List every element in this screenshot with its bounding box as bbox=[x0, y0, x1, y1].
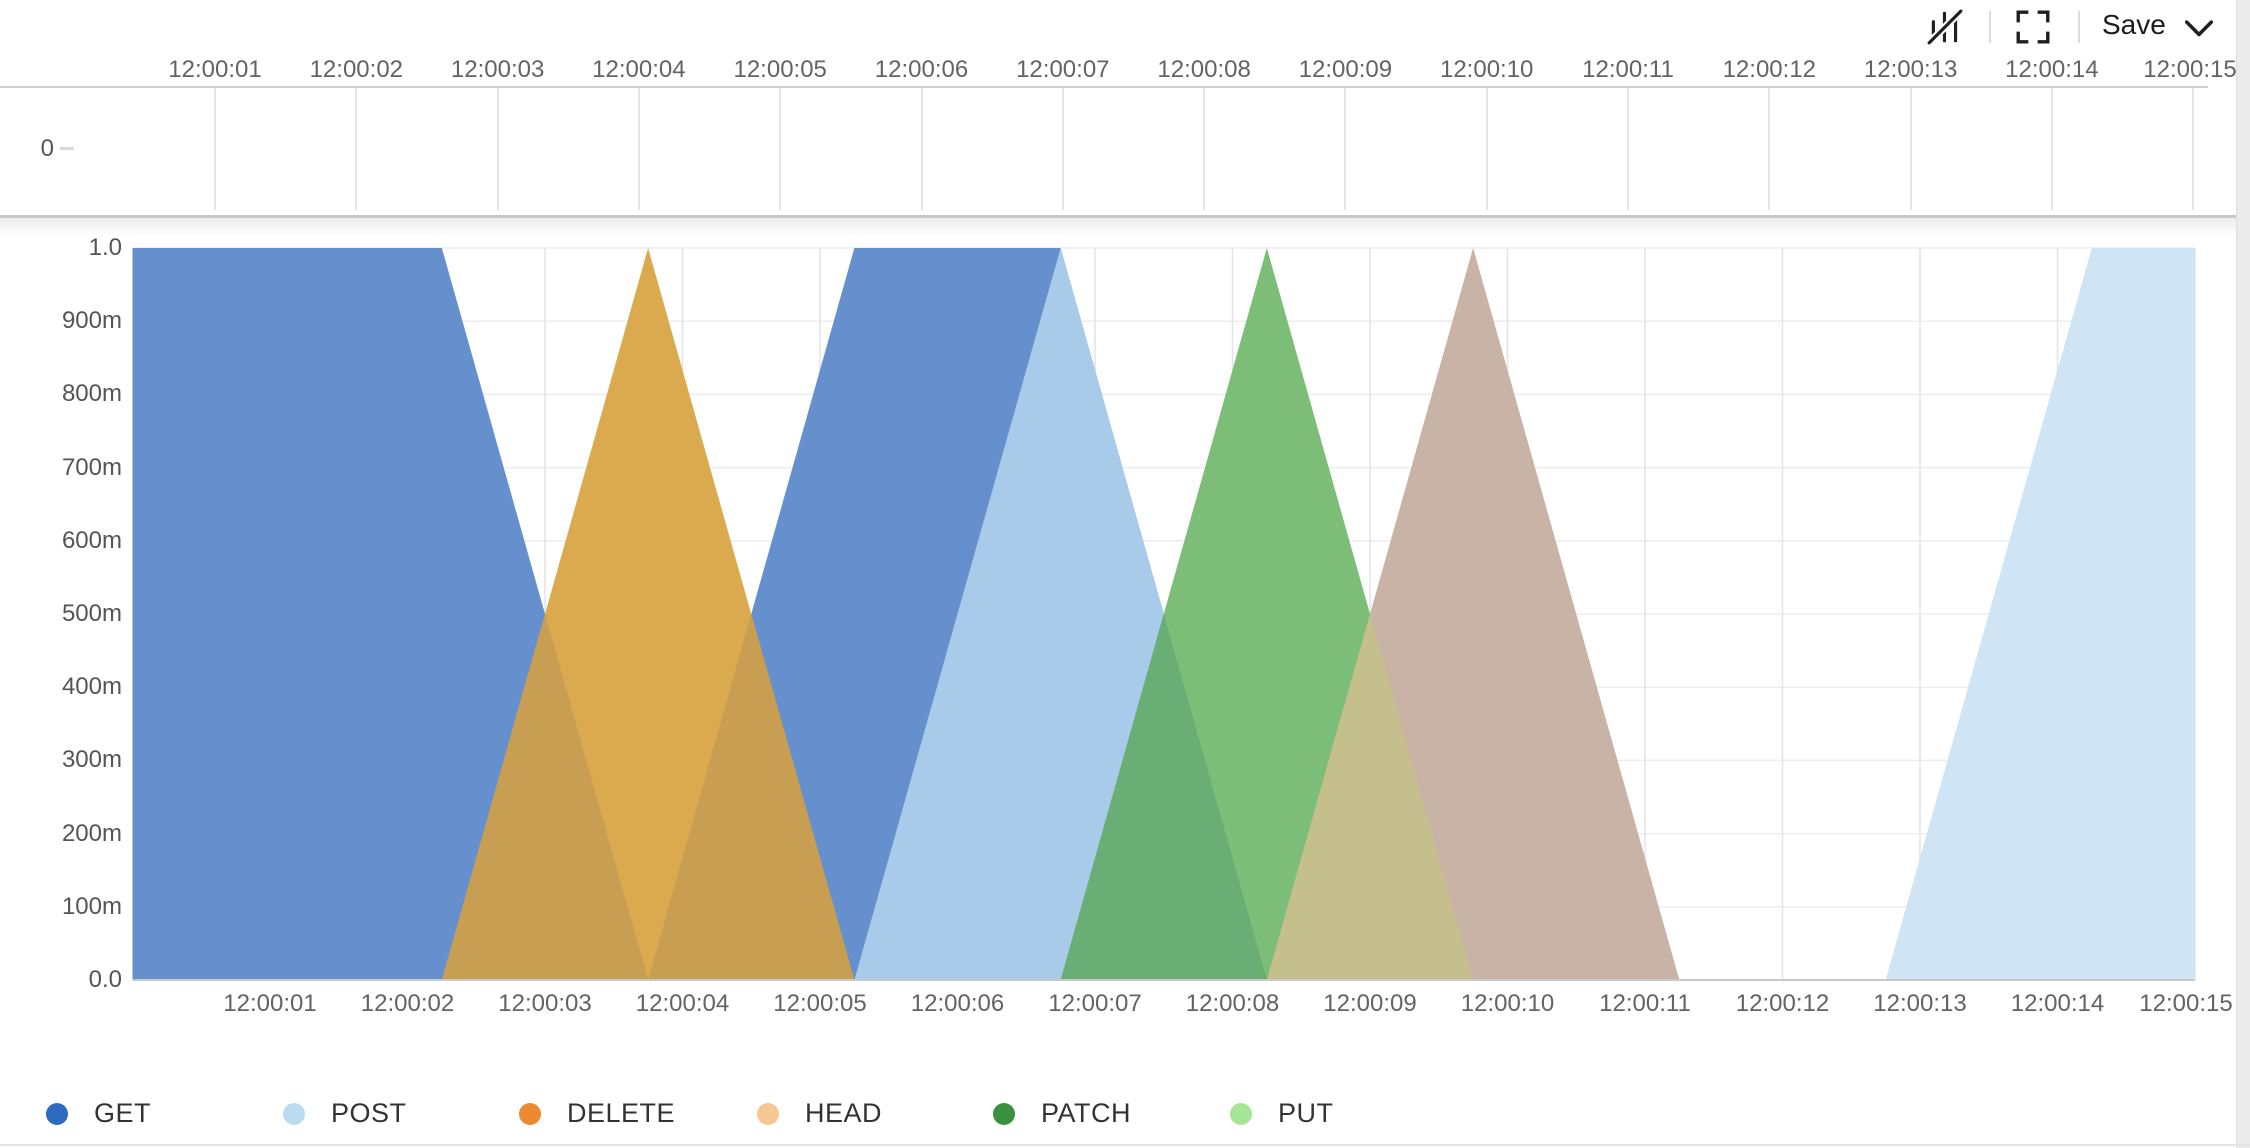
x-axis-tick-label: 12:00:08 bbox=[1186, 990, 1279, 1018]
legend-label: DELETE bbox=[567, 1098, 675, 1129]
y-axis-tick-label: 500m bbox=[30, 600, 122, 628]
y-axis-tick-label: 700m bbox=[30, 454, 122, 482]
legend-color-dot bbox=[283, 1103, 305, 1125]
area-chart-plot[interactable] bbox=[0, 0, 2250, 1148]
y-axis-tick-label: 200m bbox=[30, 820, 122, 848]
chart-panel: Save 12:00:0112:00:0212:00:0312:00:0412:… bbox=[0, 0, 2250, 1148]
bottom-border bbox=[0, 1144, 2250, 1146]
legend-item-put[interactable]: PUT bbox=[1230, 1098, 1334, 1129]
legend-item-patch[interactable]: PATCH bbox=[993, 1098, 1131, 1129]
legend-color-dot bbox=[1230, 1103, 1252, 1125]
x-axis-tick-label: 12:00:13 bbox=[1873, 990, 1966, 1018]
x-axis-tick-label: 12:00:04 bbox=[636, 990, 729, 1018]
x-axis-tick-label: 12:00:12 bbox=[1736, 990, 1829, 1018]
y-axis-tick-label: 800m bbox=[30, 380, 122, 408]
x-axis-tick-label: 12:00:02 bbox=[361, 990, 454, 1018]
y-axis-tick-label: 600m bbox=[30, 527, 122, 555]
x-axis-tick-label: 12:00:06 bbox=[911, 990, 1004, 1018]
x-axis-tick-label: 12:00:09 bbox=[1323, 990, 1416, 1018]
legend-color-dot bbox=[519, 1103, 541, 1125]
x-axis-tick-label: 12:00:03 bbox=[498, 990, 591, 1018]
legend-color-dot bbox=[757, 1103, 779, 1125]
legend-label: PATCH bbox=[1041, 1098, 1131, 1129]
legend-item-post[interactable]: POST bbox=[283, 1098, 407, 1129]
x-axis-tick-label: 12:00:10 bbox=[1461, 990, 1554, 1018]
legend-label: PUT bbox=[1278, 1098, 1334, 1129]
legend-color-dot bbox=[46, 1103, 68, 1125]
legend-color-dot bbox=[993, 1103, 1015, 1125]
legend-item-head[interactable]: HEAD bbox=[757, 1098, 882, 1129]
y-axis-tick-label: 0.0 bbox=[30, 966, 122, 994]
x-axis-tick-label: 12:00:01 bbox=[223, 990, 316, 1018]
x-axis-tick-label: 12:00:15 bbox=[2139, 990, 2232, 1018]
y-axis-tick-label: 300m bbox=[30, 746, 122, 774]
legend-item-delete[interactable]: DELETE bbox=[519, 1098, 675, 1129]
legend-label: HEAD bbox=[805, 1098, 882, 1129]
x-axis-tick-label: 12:00:07 bbox=[1048, 990, 1141, 1018]
x-axis-tick-label: 12:00:11 bbox=[1599, 990, 1691, 1018]
y-axis-tick-label: 400m bbox=[30, 673, 122, 701]
y-axis-tick-label: 900m bbox=[30, 307, 122, 335]
y-axis-tick-label: 100m bbox=[30, 893, 122, 921]
legend-item-get[interactable]: GET bbox=[46, 1098, 151, 1129]
x-axis-tick-label: 12:00:14 bbox=[2011, 990, 2104, 1018]
y-axis-tick-label: 1.0 bbox=[30, 234, 122, 262]
x-axis-tick-label: 12:00:05 bbox=[773, 990, 866, 1018]
legend-label: GET bbox=[94, 1098, 151, 1129]
legend-label: POST bbox=[331, 1098, 407, 1129]
right-edge-strip bbox=[2236, 0, 2250, 1148]
